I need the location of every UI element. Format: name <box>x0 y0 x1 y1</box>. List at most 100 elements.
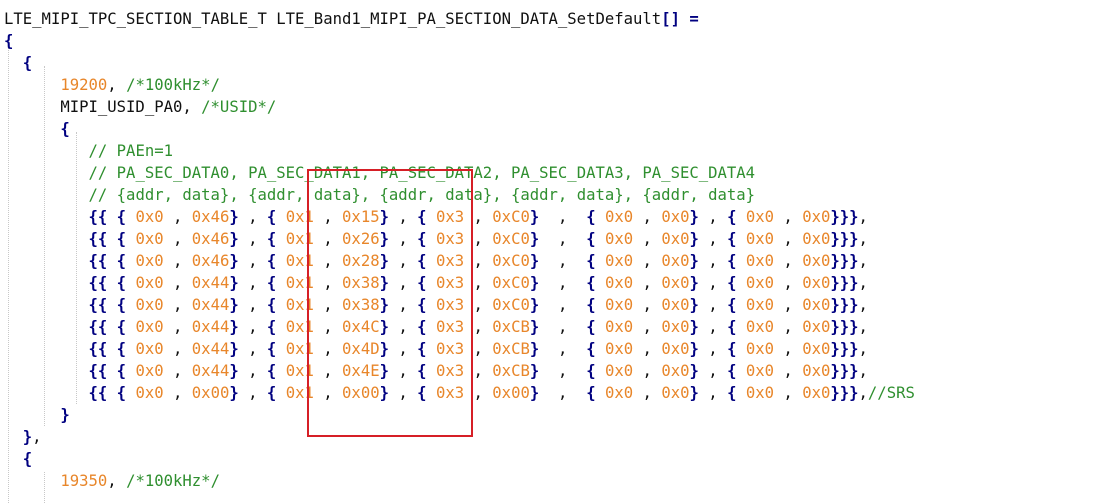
code-number: 0x0 <box>604 318 634 336</box>
code-text: , <box>464 252 493 270</box>
code-number: 0x44 <box>191 318 230 336</box>
code-number: 0x1 <box>285 318 314 336</box>
code-text: , <box>238 384 267 402</box>
code-number: 0x0 <box>135 296 164 314</box>
code-number: 0x0 <box>604 362 634 380</box>
code-text: , <box>698 362 728 380</box>
code-brace: { <box>266 318 277 336</box>
code-number: 0xCB <box>492 318 530 336</box>
code-number: 0x46 <box>191 252 230 270</box>
code-brace: { <box>417 230 427 248</box>
code-brace: { <box>22 450 33 468</box>
code-number: 0x1 <box>285 296 314 314</box>
code-number: 0x0 <box>135 318 164 336</box>
code-number: 0x00 <box>342 384 380 402</box>
code-number: 0x44 <box>191 274 230 292</box>
code-number: 0x28 <box>342 252 380 270</box>
code-brace: }}} <box>830 318 859 336</box>
code-number: 0x0 <box>604 340 634 358</box>
code-brace: } <box>379 252 389 270</box>
code-text: , <box>774 340 803 358</box>
code-text: , <box>389 208 418 226</box>
code-number: 0x3 <box>435 230 465 248</box>
code-number: 0x0 <box>604 296 634 314</box>
code-text: , <box>858 230 868 248</box>
code-brace: {{ { <box>88 384 127 402</box>
code-number: 0x0 <box>802 230 831 248</box>
code-text: , <box>633 274 662 292</box>
code-text: , <box>32 428 42 446</box>
code-brace: } <box>379 384 389 402</box>
code-number: 0x46 <box>191 208 230 226</box>
code-text: , <box>389 230 418 248</box>
code-line: {{ { 0x0 , 0x44} , { 0x1 , 0x38} , { 0x3… <box>4 294 868 316</box>
code-brace: } <box>529 362 540 380</box>
code-brace: {{ { <box>88 230 127 248</box>
code-number: 0x38 <box>342 296 380 314</box>
code-number: 0x0 <box>745 384 775 402</box>
code-text: , <box>464 384 493 402</box>
code-number: 0x0 <box>604 252 634 270</box>
code-number: 0x0 <box>604 230 634 248</box>
code-brace: { <box>586 340 596 358</box>
code-brace: } <box>529 384 540 402</box>
code-brace: { <box>417 362 427 380</box>
code-number: 0x1 <box>285 208 314 226</box>
code-text: , <box>163 340 192 358</box>
code-text: , <box>313 340 343 358</box>
code-line: {{ { 0x0 , 0x00} , { 0x1 , 0x00} , { 0x3… <box>4 382 915 404</box>
code-line: MIPI_USID_PA0, /*USID*/ <box>4 96 276 118</box>
code-text: , <box>238 340 267 358</box>
code-number: 0x44 <box>191 340 230 358</box>
code-comment: //SRS <box>867 384 915 402</box>
code-line: LTE_MIPI_TPC_SECTION_TABLE_T LTE_Band1_M… <box>4 8 699 30</box>
code-number: 0x0 <box>745 252 775 270</box>
code-number: 0xC0 <box>492 252 530 270</box>
code-line: {{ { 0x0 , 0x44} , { 0x1 , 0x4E} , { 0x3… <box>4 360 868 382</box>
code-brace: } <box>689 274 699 292</box>
code-number: 0x0 <box>135 340 164 358</box>
code-text: , <box>633 340 662 358</box>
code-text: LTE_MIPI_TPC_SECTION_TABLE_T LTE_Band1_M… <box>4 10 662 28</box>
code-number: 0x3 <box>435 252 465 270</box>
code-number: 0x0 <box>661 340 690 358</box>
code-number: 0x0 <box>135 208 164 226</box>
code-text: , <box>238 230 267 248</box>
code-brace: } <box>379 230 389 248</box>
code-text: , <box>163 296 192 314</box>
code-brace: { <box>4 32 14 50</box>
code-number: 0x3 <box>435 208 465 226</box>
code-text: , <box>774 208 803 226</box>
code-number: 0x44 <box>191 362 230 380</box>
code-comment: /*100kHz*/ <box>126 472 220 490</box>
code-text: , <box>238 318 267 336</box>
code-number: 0x3 <box>435 296 465 314</box>
code-brace: { <box>266 274 277 292</box>
code-text: , <box>389 318 418 336</box>
code-text: , <box>464 362 493 380</box>
code-number: 0x15 <box>342 208 380 226</box>
code-brace: { <box>586 362 596 380</box>
code-text: , <box>389 274 418 292</box>
code-brace: { <box>417 296 427 314</box>
code-brace: {{ { <box>88 274 127 292</box>
code-text: , <box>389 252 418 270</box>
code-number: 0x0 <box>661 208 690 226</box>
code-editor[interactable]: LTE_MIPI_TPC_SECTION_TABLE_T LTE_Band1_M… <box>0 0 1116 503</box>
code-line: { <box>4 118 69 140</box>
code-number: 0x0 <box>802 208 831 226</box>
code-line: {{ { 0x0 , 0x44} , { 0x1 , 0x38} , { 0x3… <box>4 272 868 294</box>
